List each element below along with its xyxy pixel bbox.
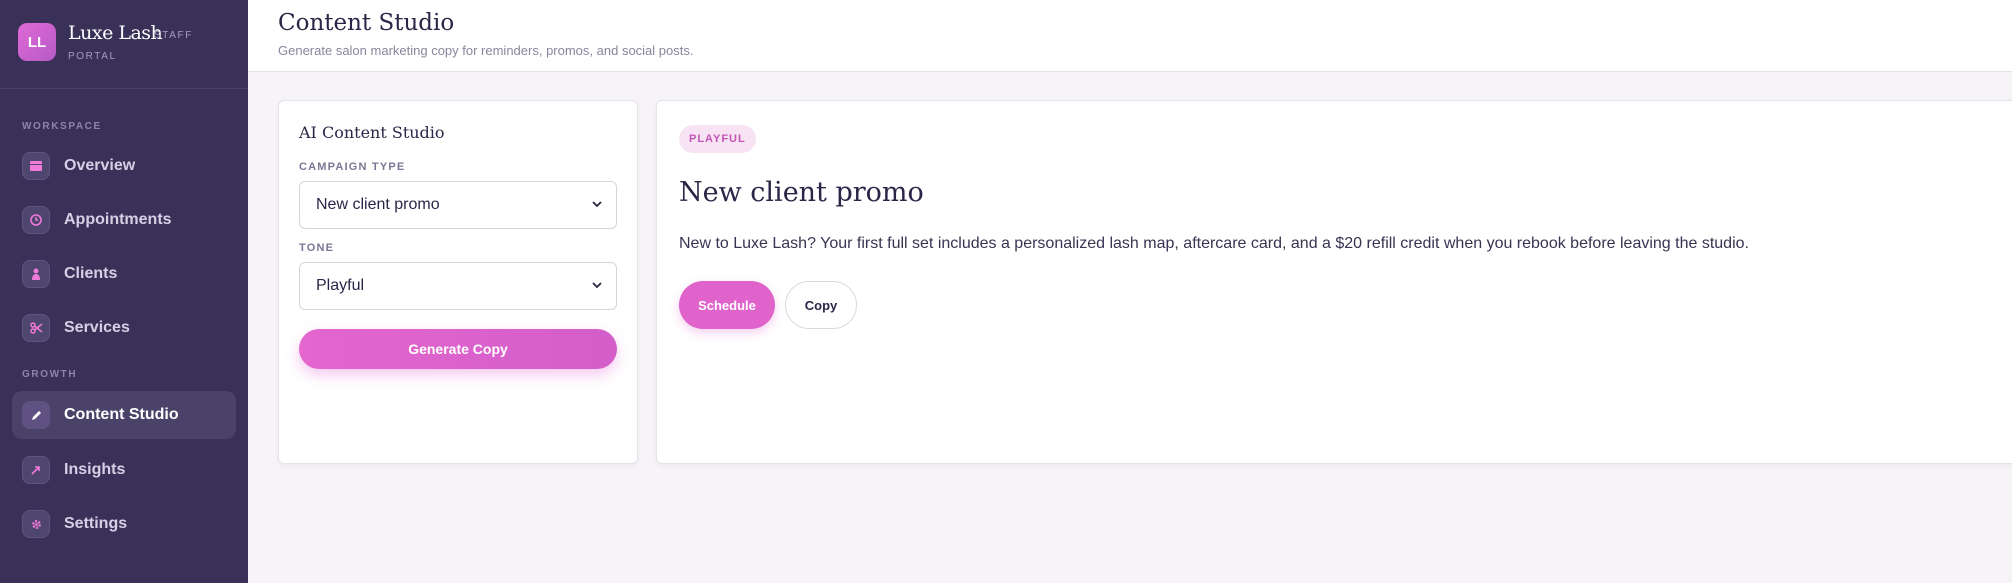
pen-icon bbox=[22, 401, 50, 429]
result-card: PLAYFUL New client promo New to Luxe Las… bbox=[656, 100, 2012, 464]
sidebar-item-label: Insights bbox=[64, 461, 126, 478]
generate-copy-button[interactable]: Generate Copy bbox=[299, 329, 617, 369]
chevron-down-icon bbox=[592, 282, 602, 289]
section-label-growth: GROWTH bbox=[22, 369, 78, 380]
sidebar: LL Luxe Lash STAFF PORTAL WORKSPACE Over… bbox=[0, 0, 248, 583]
sidebar-item-content-studio[interactable]: Content Studio bbox=[12, 391, 236, 439]
page-subtitle: Generate salon marketing copy for remind… bbox=[278, 43, 694, 58]
clock-icon bbox=[22, 206, 50, 234]
brand-subtitle-staff: STAFF bbox=[154, 30, 193, 41]
sidebar-item-overview[interactable]: Overview bbox=[12, 142, 236, 190]
sidebar-item-settings[interactable]: Settings bbox=[12, 500, 236, 548]
tone-badge: PLAYFUL bbox=[679, 125, 756, 153]
result-body[interactable]: New to Luxe Lash? Your first full set in… bbox=[679, 235, 1999, 253]
gear-icon bbox=[22, 510, 50, 538]
page-header: Content Studio Generate salon marketing … bbox=[248, 0, 2012, 72]
content-form-card: AI Content Studio CAMPAIGN TYPE New clie… bbox=[278, 100, 638, 464]
sidebar-item-label: Appointments bbox=[64, 211, 172, 228]
chevron-down-icon bbox=[592, 201, 602, 208]
page-title: Content Studio bbox=[278, 10, 455, 36]
user-icon bbox=[22, 260, 50, 288]
sidebar-item-label: Services bbox=[64, 319, 130, 336]
form-title: AI Content Studio bbox=[299, 123, 445, 142]
sidebar-item-services[interactable]: Services bbox=[12, 304, 236, 352]
sidebar-item-clients[interactable]: Clients bbox=[12, 250, 236, 298]
result-title: New client promo bbox=[679, 177, 924, 208]
brand[interactable]: LL Luxe Lash STAFF PORTAL bbox=[18, 22, 208, 62]
brand-text: Luxe Lash STAFF PORTAL bbox=[68, 22, 208, 62]
brand-subtitle-portal: PORTAL bbox=[68, 51, 117, 62]
section-label-workspace: WORKSPACE bbox=[22, 121, 102, 132]
sidebar-item-label: Overview bbox=[64, 157, 136, 174]
tone-label: TONE bbox=[299, 242, 335, 254]
trend-arrow-icon bbox=[22, 456, 50, 484]
copy-button[interactable]: Copy bbox=[785, 281, 857, 329]
sidebar-item-label: Content Studio bbox=[64, 406, 179, 423]
schedule-button[interactable]: Schedule bbox=[679, 281, 775, 329]
scissors-icon bbox=[22, 314, 50, 342]
sidebar-item-label: Settings bbox=[64, 515, 128, 532]
grid-icon bbox=[22, 152, 50, 180]
campaign-type-value: New client promo bbox=[316, 196, 440, 213]
sidebar-divider bbox=[0, 88, 248, 89]
brand-name: Luxe Lash bbox=[68, 22, 163, 44]
tone-value: Playful bbox=[316, 277, 365, 294]
tone-select[interactable]: Playful bbox=[299, 262, 617, 310]
campaign-type-label: CAMPAIGN TYPE bbox=[299, 161, 406, 173]
sidebar-item-insights[interactable]: Insights bbox=[12, 446, 236, 494]
brand-logo: LL bbox=[18, 23, 56, 61]
campaign-type-select[interactable]: New client promo bbox=[299, 181, 617, 229]
sidebar-item-label: Clients bbox=[64, 265, 118, 282]
sidebar-item-appointments[interactable]: Appointments bbox=[12, 196, 236, 244]
